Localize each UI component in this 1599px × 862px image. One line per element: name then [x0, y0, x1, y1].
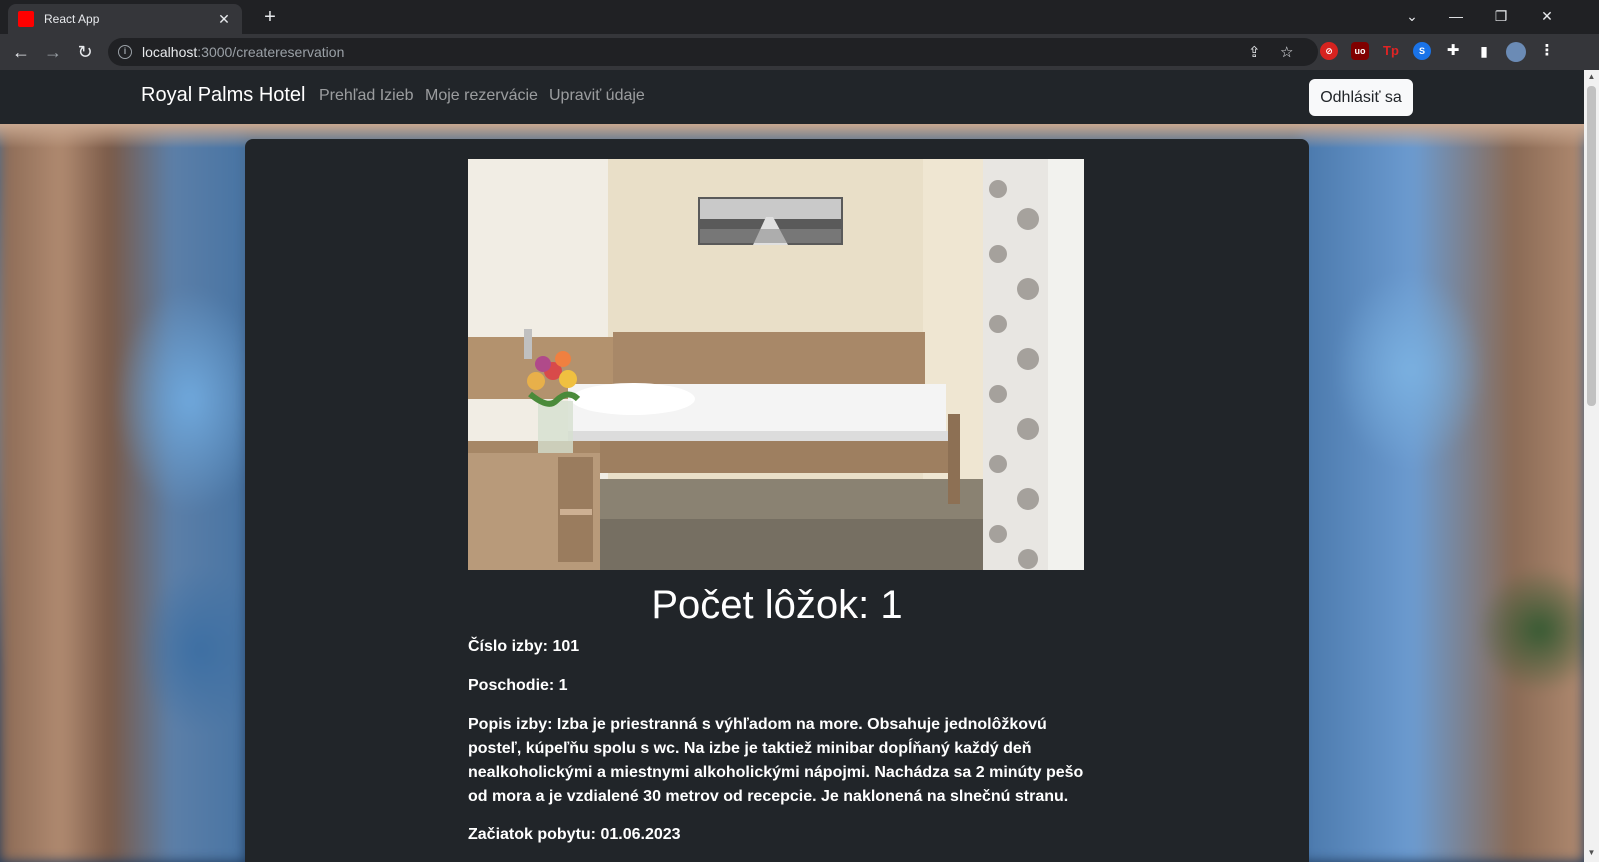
- extension-tp-icon[interactable]: Tp: [1382, 42, 1400, 60]
- side-panel-icon[interactable]: ▮: [1475, 42, 1493, 60]
- forward-arrow-icon[interactable]: →: [40, 39, 66, 65]
- scrollbar-thumb[interactable]: [1587, 86, 1596, 406]
- extensions-puzzle-icon[interactable]: ✚: [1444, 42, 1462, 60]
- browser-toolbar: ← → ↻ i localhost:3000/createreservation…: [0, 34, 1599, 70]
- room-photo: [468, 159, 1084, 570]
- nav-link-rooms-overview[interactable]: Prehľad Izieb: [319, 87, 414, 105]
- close-tab-icon[interactable]: ✕: [216, 11, 232, 28]
- back-arrow-icon[interactable]: ←: [8, 39, 34, 65]
- background-image-left: [0, 70, 245, 862]
- browser-tab[interactable]: React App ✕: [8, 4, 242, 34]
- extension-shazam-icon[interactable]: S: [1413, 42, 1431, 60]
- minimize-button[interactable]: —: [1436, 4, 1476, 28]
- tab-search-chevron-icon[interactable]: ⌄: [1392, 4, 1432, 28]
- site-navbar: Royal Palms Hotel Prehľad Izieb Moje rez…: [0, 70, 1584, 124]
- site-info-icon[interactable]: i: [118, 45, 132, 59]
- room-description: Popis izby: Izba je priestranná s výhľad…: [468, 716, 1084, 805]
- url-path: :3000/createreservation: [197, 44, 345, 60]
- extension-ublock-icon[interactable]: uo: [1351, 42, 1369, 60]
- restore-button[interactable]: ❐: [1481, 4, 1521, 28]
- scroll-up-arrow-icon[interactable]: ▲: [1587, 72, 1596, 81]
- room-card: Počet lôžok: 1 Číslo izby: 101 Poschodie…: [245, 139, 1309, 862]
- logout-button[interactable]: Odhlásiť sa: [1309, 79, 1413, 116]
- extension-adblock-icon[interactable]: ⊘: [1320, 42, 1338, 60]
- background-image-right: [1300, 70, 1584, 862]
- page-scrollbar[interactable]: ▲ ▼: [1584, 70, 1599, 862]
- tab-title: React App: [44, 12, 100, 26]
- scroll-down-arrow-icon[interactable]: ▼: [1587, 848, 1596, 857]
- stay-start-date: Začiatok pobytu: 01.06.2023: [468, 826, 681, 843]
- room-floor: Poschodie: 1: [468, 677, 568, 694]
- profile-avatar[interactable]: [1506, 42, 1526, 62]
- url-host: localhost: [142, 44, 198, 60]
- close-window-button[interactable]: ✕: [1527, 4, 1567, 28]
- nav-link-my-reservations[interactable]: Moje rezervácie: [425, 87, 538, 105]
- address-bar[interactable]: i localhost:3000/createreservation ⇪ ☆: [108, 38, 1318, 66]
- reload-icon[interactable]: ↻: [72, 39, 98, 65]
- beds-count-heading: Počet lôžok: 1: [651, 583, 903, 627]
- share-icon[interactable]: ⇪: [1248, 43, 1261, 61]
- room-number: Číslo izby: 101: [468, 638, 580, 655]
- chrome-menu-icon[interactable]: ⋮: [1538, 42, 1556, 60]
- nav-link-edit-profile[interactable]: Upraviť údaje: [549, 87, 645, 105]
- react-favicon-icon: [18, 11, 34, 27]
- new-tab-button[interactable]: +: [258, 6, 282, 30]
- page-viewport: Royal Palms Hotel Prehľad Izieb Moje rez…: [0, 70, 1584, 862]
- browser-tabbar: React App ✕ + ⌄ — ❐ ✕: [0, 0, 1599, 34]
- bookmark-star-icon[interactable]: ☆: [1280, 43, 1293, 61]
- navbar-brand[interactable]: Royal Palms Hotel: [141, 84, 306, 107]
